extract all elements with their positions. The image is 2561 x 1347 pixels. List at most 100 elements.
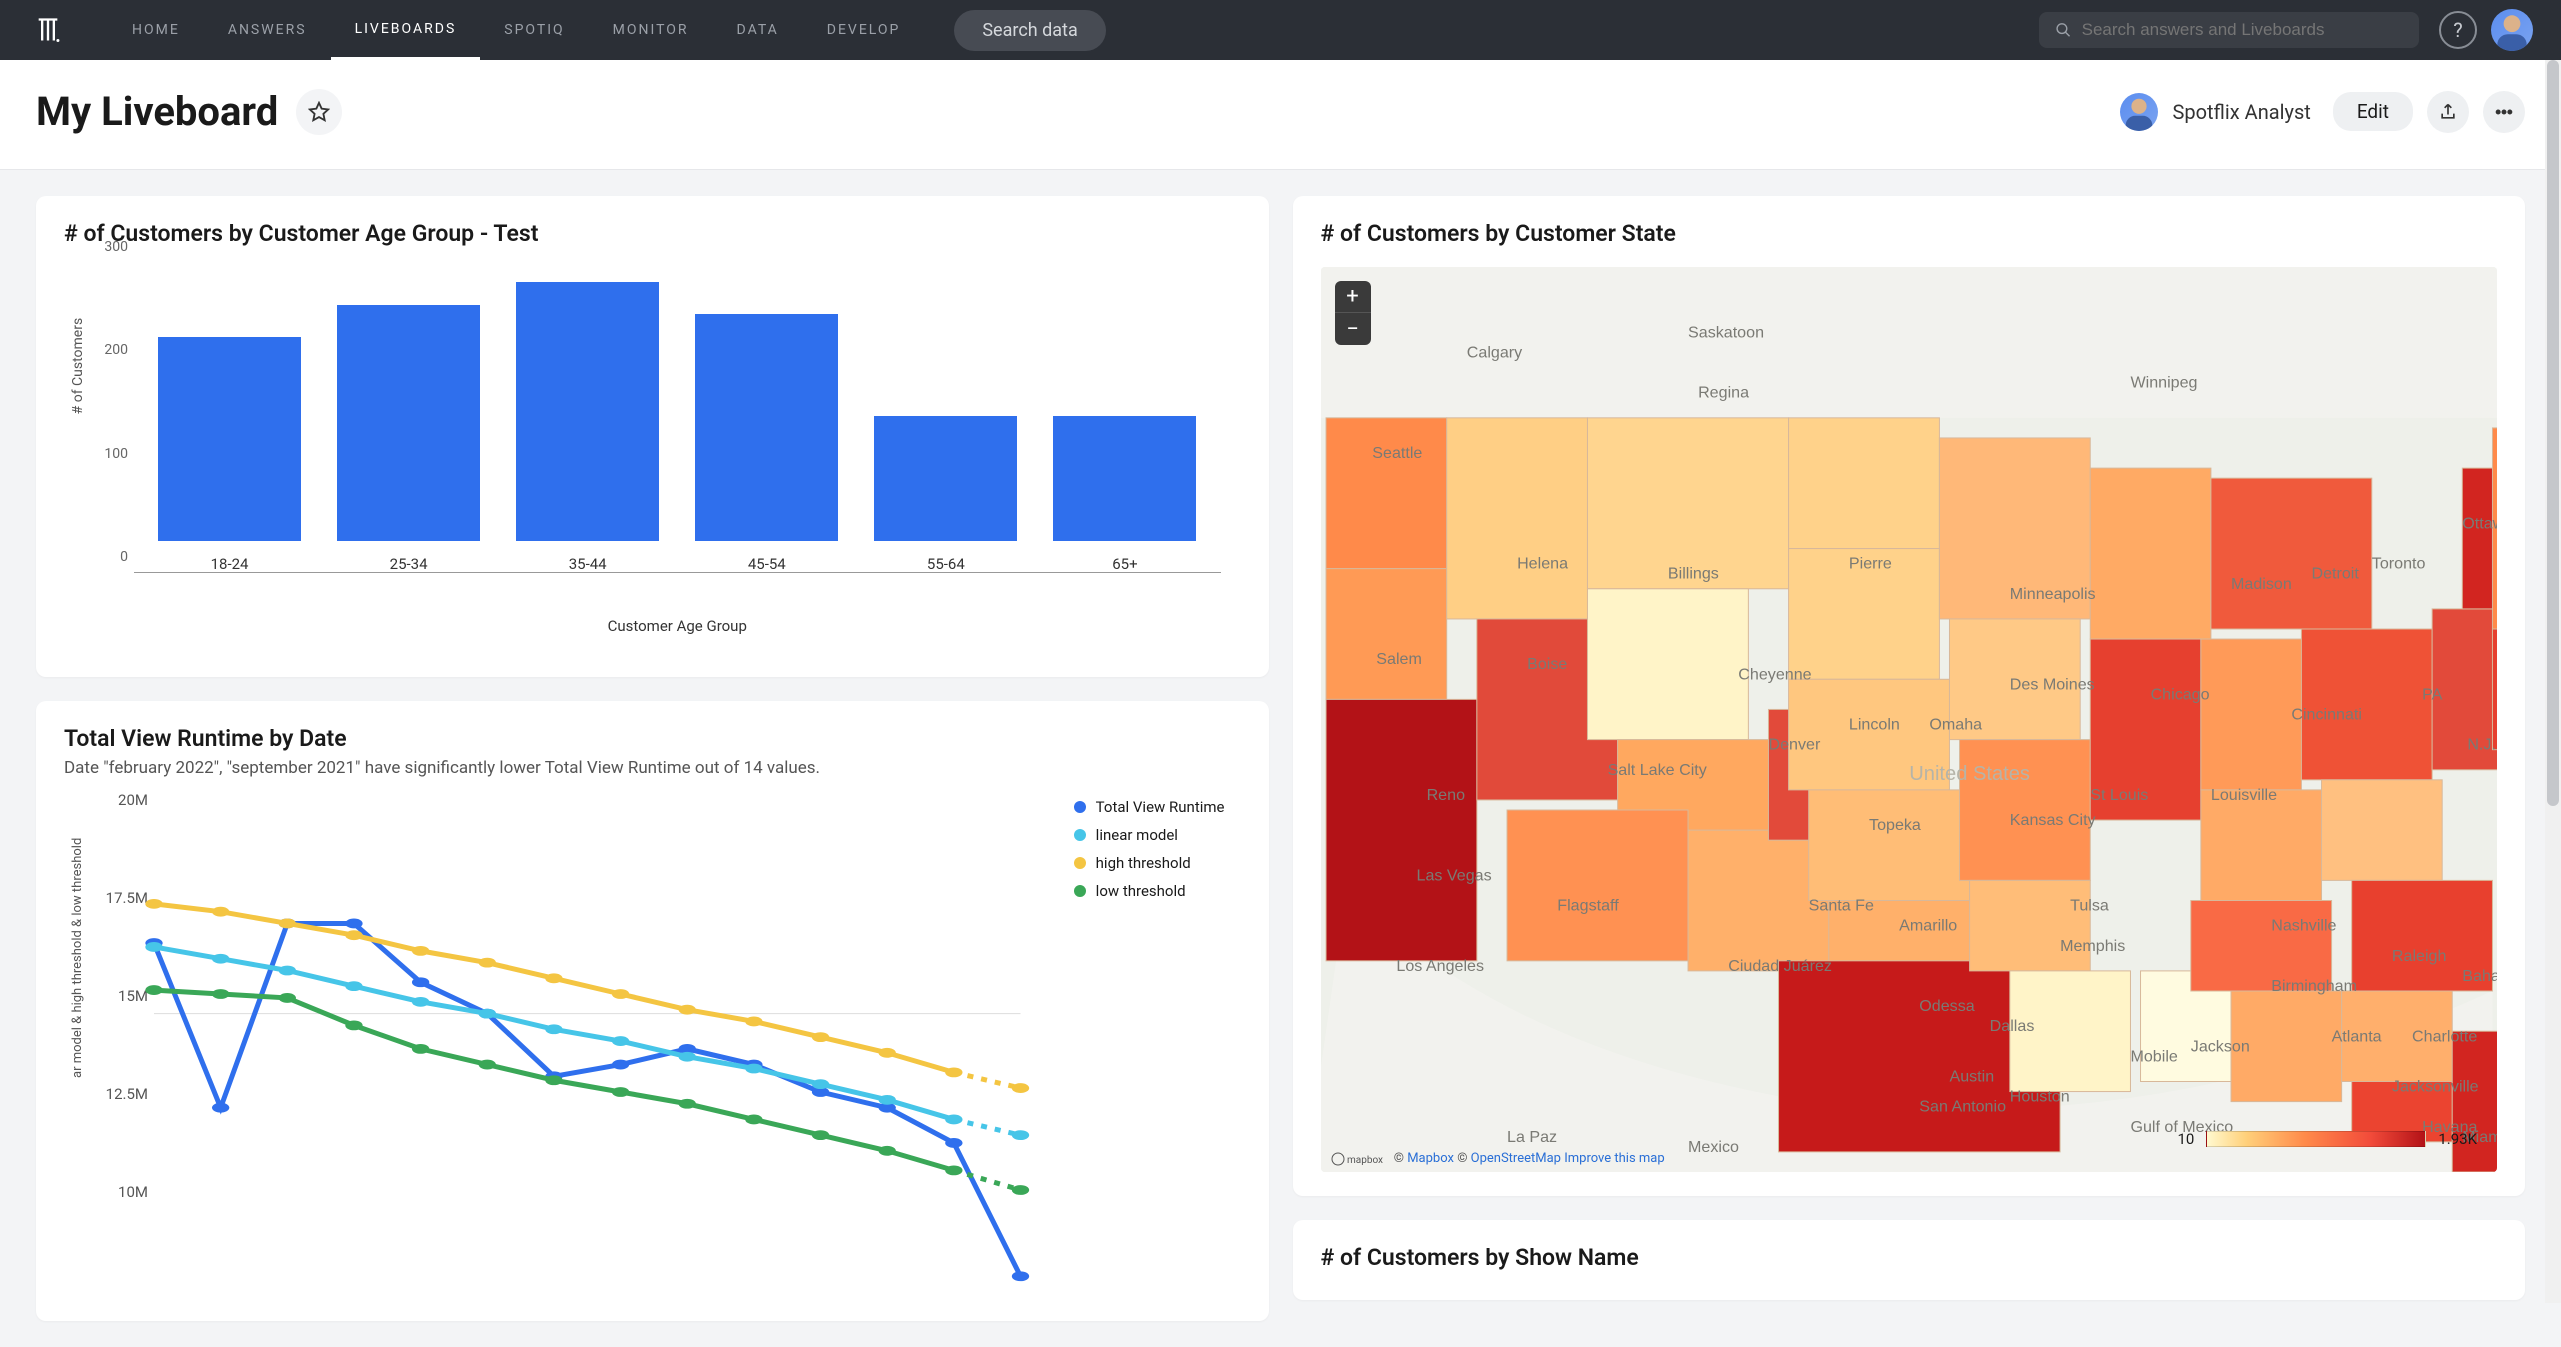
map-attribution: mapbox © Mapbox © OpenStreetMap Improve … bbox=[1331, 1151, 1665, 1166]
line-ytick: 12.5M bbox=[106, 1085, 148, 1103]
line-point[interactable] bbox=[679, 1099, 696, 1109]
line-point[interactable] bbox=[412, 977, 429, 987]
line-point[interactable] bbox=[545, 1024, 562, 1034]
content-grid: # of Customers by Customer Age Group - T… bbox=[0, 170, 2561, 1347]
line-point[interactable] bbox=[745, 1017, 762, 1027]
line-point[interactable] bbox=[479, 1009, 496, 1019]
line-point[interactable] bbox=[412, 997, 429, 1007]
bar-column[interactable]: 65+ bbox=[1053, 263, 1196, 573]
mapbox-link[interactable]: Mapbox bbox=[1407, 1151, 1454, 1166]
line-point[interactable] bbox=[145, 899, 162, 909]
osm-link[interactable]: OpenStreetMap bbox=[1471, 1151, 1561, 1166]
line-point[interactable] bbox=[945, 1166, 962, 1176]
line-point[interactable] bbox=[612, 1087, 629, 1097]
line-point[interactable] bbox=[545, 973, 562, 983]
line-point[interactable] bbox=[612, 989, 629, 999]
global-search[interactable] bbox=[2039, 12, 2419, 48]
more-actions-button[interactable] bbox=[2483, 91, 2525, 133]
line-point[interactable] bbox=[479, 1060, 496, 1070]
line-point[interactable] bbox=[345, 930, 362, 940]
line-point[interactable] bbox=[1012, 1185, 1029, 1195]
help-button[interactable]: ? bbox=[2439, 11, 2477, 49]
bar-column[interactable]: 45-54 bbox=[695, 263, 838, 573]
line-point[interactable] bbox=[412, 1044, 429, 1054]
legend-item[interactable]: low threshold bbox=[1074, 882, 1225, 900]
author-chip[interactable]: Spotflix Analyst bbox=[2120, 93, 2310, 131]
card-customers-by-show[interactable]: # of Customers by Show Name bbox=[1293, 1220, 2526, 1300]
bar[interactable] bbox=[1053, 416, 1196, 541]
line-point[interactable] bbox=[812, 1032, 829, 1042]
share-button[interactable] bbox=[2427, 91, 2469, 133]
bar[interactable] bbox=[695, 314, 838, 541]
card-view-runtime[interactable]: Total View Runtime by Date Date "februar… bbox=[36, 701, 1269, 1321]
bar-column[interactable]: 25-34 bbox=[337, 263, 480, 573]
line-point[interactable] bbox=[345, 981, 362, 991]
bar[interactable] bbox=[874, 416, 1017, 541]
favorite-button[interactable] bbox=[296, 89, 342, 135]
bar[interactable] bbox=[158, 337, 301, 541]
line-point[interactable] bbox=[212, 907, 229, 917]
map-zoom-out[interactable]: − bbox=[1335, 313, 1371, 345]
line-point[interactable] bbox=[945, 1138, 962, 1148]
card-customers-by-age[interactable]: # of Customers by Customer Age Group - T… bbox=[36, 196, 1269, 677]
nav-item-develop[interactable]: DEVELOP bbox=[803, 0, 925, 60]
user-avatar[interactable] bbox=[2491, 9, 2533, 51]
nav-item-monitor[interactable]: MONITOR bbox=[589, 0, 713, 60]
line-point[interactable] bbox=[212, 1103, 229, 1113]
line-point[interactable] bbox=[145, 985, 162, 995]
line-point[interactable] bbox=[612, 1036, 629, 1046]
line-point[interactable] bbox=[545, 1075, 562, 1085]
nav-item-liveboards[interactable]: LIVEBOARDS bbox=[331, 0, 481, 60]
line-point[interactable] bbox=[345, 1020, 362, 1030]
line-point[interactable] bbox=[879, 1048, 896, 1058]
line-point[interactable] bbox=[279, 993, 296, 1003]
nav-item-spotiq[interactable]: SPOTIQ bbox=[480, 0, 588, 60]
line-point[interactable] bbox=[945, 1115, 962, 1125]
line-point[interactable] bbox=[479, 958, 496, 968]
line-point[interactable] bbox=[745, 1064, 762, 1074]
us-choropleth-map[interactable]: + − bbox=[1321, 267, 2498, 1172]
bar-column[interactable]: 55-64 bbox=[874, 263, 1017, 573]
map-zoom-in[interactable]: + bbox=[1335, 281, 1371, 313]
line-point[interactable] bbox=[212, 954, 229, 964]
line-point[interactable] bbox=[879, 1095, 896, 1105]
bar[interactable] bbox=[516, 282, 659, 541]
line-point[interactable] bbox=[145, 942, 162, 952]
line-point[interactable] bbox=[1012, 1083, 1029, 1093]
line-point[interactable] bbox=[812, 1130, 829, 1140]
line-point[interactable] bbox=[279, 919, 296, 929]
legend-item[interactable]: linear model bbox=[1074, 826, 1225, 844]
line-point[interactable] bbox=[1012, 1271, 1029, 1281]
page-scrollbar[interactable] bbox=[2545, 60, 2561, 1303]
nav-item-answers[interactable]: ANSWERS bbox=[204, 0, 331, 60]
line-point[interactable] bbox=[412, 946, 429, 956]
bar-ytick: 300 bbox=[104, 239, 128, 255]
line-point[interactable] bbox=[679, 1052, 696, 1062]
legend-item[interactable]: high threshold bbox=[1074, 854, 1225, 872]
app-logo[interactable] bbox=[28, 10, 68, 50]
line-point[interactable] bbox=[945, 1068, 962, 1078]
nav-item-data[interactable]: DATA bbox=[713, 0, 803, 60]
line-point[interactable] bbox=[745, 1115, 762, 1125]
line-point[interactable] bbox=[279, 966, 296, 976]
svg-text:Atlanta: Atlanta bbox=[2331, 1027, 2381, 1045]
bar-column[interactable]: 35-44 bbox=[516, 263, 659, 573]
global-search-input[interactable] bbox=[2082, 20, 2403, 40]
bar-column[interactable]: 18-24 bbox=[158, 263, 301, 573]
line-point[interactable] bbox=[879, 1146, 896, 1156]
line-point[interactable] bbox=[1012, 1130, 1029, 1140]
edit-button[interactable]: Edit bbox=[2333, 92, 2413, 131]
line-point[interactable] bbox=[679, 1005, 696, 1015]
nav-item-home[interactable]: HOME bbox=[108, 0, 204, 60]
legend-item[interactable]: Total View Runtime bbox=[1074, 798, 1225, 816]
svg-text:Reno: Reno bbox=[1426, 786, 1464, 804]
line-point[interactable] bbox=[212, 989, 229, 999]
scrollbar-thumb[interactable] bbox=[2547, 60, 2559, 806]
search-data-pill[interactable]: Search data bbox=[954, 10, 1105, 51]
line-point[interactable] bbox=[612, 1060, 629, 1070]
improve-map-link[interactable]: Improve this map bbox=[1564, 1151, 1664, 1166]
line-point[interactable] bbox=[812, 1079, 829, 1089]
bar[interactable] bbox=[337, 305, 480, 541]
card-customers-by-state[interactable]: # of Customers by Customer State + − bbox=[1293, 196, 2526, 1196]
line-point[interactable] bbox=[345, 919, 362, 929]
